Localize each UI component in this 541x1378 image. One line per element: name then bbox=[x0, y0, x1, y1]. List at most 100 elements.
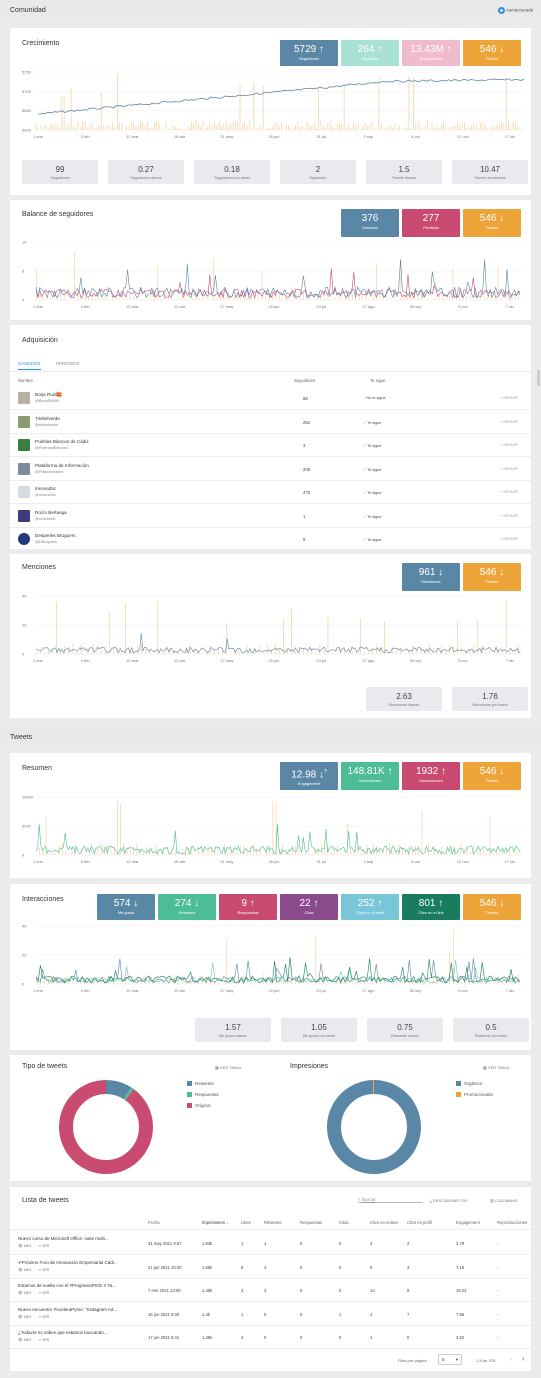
tweet-bar bbox=[371, 121, 373, 130]
table-icon: ▦ bbox=[483, 1065, 487, 1070]
table-row: Nuevo encuentro #AceleraPyme: "Instagram… bbox=[10, 1303, 531, 1326]
kpi-tile-menciones[interactable]: 961 ↓ Menciones bbox=[402, 563, 460, 591]
follow-button[interactable]: + SEGUIR bbox=[500, 490, 518, 494]
tweet-bar bbox=[332, 126, 333, 130]
tweet-bar bbox=[191, 122, 192, 130]
tweet-bar bbox=[428, 298, 429, 300]
view-button[interactable]: ↗ VER bbox=[38, 1315, 49, 1319]
stat-label: Seguidores bbox=[50, 176, 70, 180]
follow-button[interactable]: + SEGUIR bbox=[500, 514, 518, 518]
stat-value: 0.5 bbox=[485, 1023, 497, 1032]
tweet-bar bbox=[303, 292, 304, 300]
col-header[interactable]: Reproducciones bbox=[497, 1220, 527, 1225]
tweet-bar bbox=[299, 125, 301, 130]
tweet-bar bbox=[222, 983, 223, 984]
col-header[interactable]: Likes bbox=[241, 1220, 251, 1225]
kpi-tile-citas[interactable]: 22 ↑ Citas bbox=[280, 894, 338, 920]
kpi-value: 1932 ↑ bbox=[415, 766, 447, 777]
kpi-tile-me-gusta[interactable]: 574 ↓ Me gusta bbox=[97, 894, 155, 920]
view-button[interactable]: ↗ VER bbox=[38, 1268, 49, 1272]
prev-page-button[interactable]: ‹ bbox=[510, 1356, 512, 1363]
tweet-bar bbox=[130, 122, 132, 130]
follow-button[interactable]: + SEGUIR bbox=[500, 443, 518, 447]
tweet-bar bbox=[223, 123, 225, 130]
tweet-bar bbox=[413, 76, 414, 130]
kpi-tile-tweets[interactable]: 546 ↓ Tweets bbox=[463, 40, 521, 66]
kpi-tile-engagement[interactable]: 13.43M ↑ Engagement bbox=[402, 40, 460, 66]
cell-rt: 3 bbox=[264, 1288, 267, 1293]
tweet-bar bbox=[394, 123, 396, 130]
tab-ganados[interactable]: GANADOS bbox=[18, 361, 41, 370]
tweet-bar bbox=[469, 296, 471, 300]
rows-per-page-select[interactable]: 5 ▾ bbox=[438, 1354, 462, 1365]
y-tick-label: 5700 bbox=[22, 89, 32, 94]
kpi-tile-clics-en-el-link[interactable]: 801 ↑ Clics en el link bbox=[402, 894, 460, 920]
tweet-bar bbox=[230, 299, 232, 300]
tweet-bar bbox=[365, 294, 367, 300]
account-selector[interactable]: zamarzazade bbox=[498, 7, 533, 14]
tweet-bar bbox=[450, 852, 452, 855]
col-header[interactable]: Engagement bbox=[456, 1220, 480, 1225]
kpi-tile-retweets[interactable]: 274 ↓ Retweets bbox=[158, 894, 216, 920]
tweet-bar bbox=[48, 651, 49, 654]
next-page-button[interactable]: › bbox=[522, 1356, 524, 1363]
menciones-chart-svg: 40 20 0 1 ene 4 feb 10 mar 13 abr 17 may 20 jun 2… bbox=[22, 594, 522, 663]
col-header[interactable]: Respuestas bbox=[300, 1220, 322, 1225]
follow-button[interactable]: + SEGUIR bbox=[500, 467, 518, 471]
more-button[interactable]: 👁 MÁS bbox=[18, 1268, 31, 1272]
kpi-tile-ganados[interactable]: 376 Ganados bbox=[341, 209, 399, 237]
download-csv-button[interactable]: ⤓ DESCARGAR CSV bbox=[430, 1198, 468, 1203]
x-tick-label: 17 may bbox=[220, 304, 233, 309]
kpi-tile-clics-en-el-perfil[interactable]: 252 ↑ Clics en el perfil bbox=[341, 894, 399, 920]
impresiones-ver-tabla-button[interactable]: ▦ VER TABLA bbox=[483, 1065, 510, 1070]
more-button[interactable]: 👁 MÁS bbox=[18, 1315, 31, 1319]
follow-button[interactable]: + SEGUIR bbox=[500, 420, 518, 424]
more-button[interactable]: 👁 MÁS bbox=[18, 1338, 31, 1342]
view-button[interactable]: ↗ VER bbox=[38, 1291, 49, 1295]
col-header[interactable]: Clics en perfil bbox=[407, 1220, 432, 1225]
tweet-bar bbox=[480, 123, 482, 130]
list-scrollbar[interactable] bbox=[537, 370, 540, 386]
tweet-bar bbox=[505, 77, 507, 130]
view-button[interactable]: ↗ VER bbox=[38, 1244, 49, 1248]
more-button[interactable]: 👁 MÁS bbox=[18, 1244, 31, 1248]
follow-button[interactable]: + SEGUIR bbox=[500, 396, 518, 400]
x-tick-label: 31 jul bbox=[316, 134, 326, 139]
kpi-tile-tweets[interactable]: 546 ↓ Tweets bbox=[463, 894, 521, 920]
col-header[interactable]: Impresiones ↓ bbox=[202, 1220, 228, 1225]
tab-perdidos[interactable]: PERDIDOS bbox=[56, 361, 80, 366]
col-header[interactable]: Citas bbox=[339, 1220, 349, 1225]
tweet-bar bbox=[36, 125, 37, 130]
col-header[interactable]: Retweets bbox=[264, 1220, 281, 1225]
kpi-tile-perdidos[interactable]: 277 Perdidos bbox=[402, 209, 460, 237]
kpi-label: Engagement bbox=[419, 56, 443, 61]
search-box[interactable]: ⌕ Buscar bbox=[358, 1197, 423, 1203]
tweet-bar bbox=[457, 620, 458, 654]
info-icon[interactable]: ? bbox=[324, 769, 327, 775]
tweet-bar bbox=[351, 978, 353, 984]
follower-name: Rocío Berlanga bbox=[35, 509, 67, 515]
kpi-tile-seguidores[interactable]: 5729 ↑ Seguidores bbox=[280, 40, 338, 66]
kpi-tile-tweets[interactable]: 546 ↓ Tweets bbox=[463, 563, 521, 591]
col-header[interactable]: Fecha bbox=[148, 1220, 160, 1225]
tipo-ver-tabla-button[interactable]: ▦ VER TABLA bbox=[215, 1065, 242, 1070]
cell-citas: 0 bbox=[339, 1241, 342, 1246]
col-header[interactable]: Clics en enlace bbox=[370, 1220, 398, 1225]
more-label: MÁS bbox=[23, 1267, 32, 1272]
tweet-bar bbox=[71, 851, 73, 855]
tweet-bar bbox=[517, 644, 519, 654]
kpi-tile-engagement[interactable]: 12.98 ↓? Engagement bbox=[280, 762, 338, 790]
kpi-tile-respuestas[interactable]: 9 ↑ Respuestas bbox=[219, 894, 277, 920]
kpi-tile-seguidos[interactable]: 264 ↑ Seguidos bbox=[341, 40, 399, 66]
tweet-bar bbox=[291, 608, 292, 654]
more-button[interactable]: 👁 MÁS bbox=[18, 1291, 31, 1295]
kpi-tile-interacciones[interactable]: 1932 ↑ Interacciones bbox=[402, 762, 460, 790]
kpi-tile-tweets[interactable]: 546 ↓ Tweets bbox=[463, 209, 521, 237]
tweet-bar bbox=[301, 853, 303, 855]
kpi-tile-tweets[interactable]: 546 ↓ Tweets bbox=[463, 762, 521, 790]
follow-button[interactable]: + SEGUIR bbox=[500, 537, 518, 541]
tweet-bar bbox=[431, 122, 433, 130]
kpi-tile-impresiones[interactable]: 148.81K ↑ Impresiones bbox=[341, 762, 399, 790]
view-button[interactable]: ↗ VER bbox=[38, 1338, 49, 1342]
columns-button[interactable]: ▥ COLUMNAS bbox=[490, 1198, 518, 1203]
